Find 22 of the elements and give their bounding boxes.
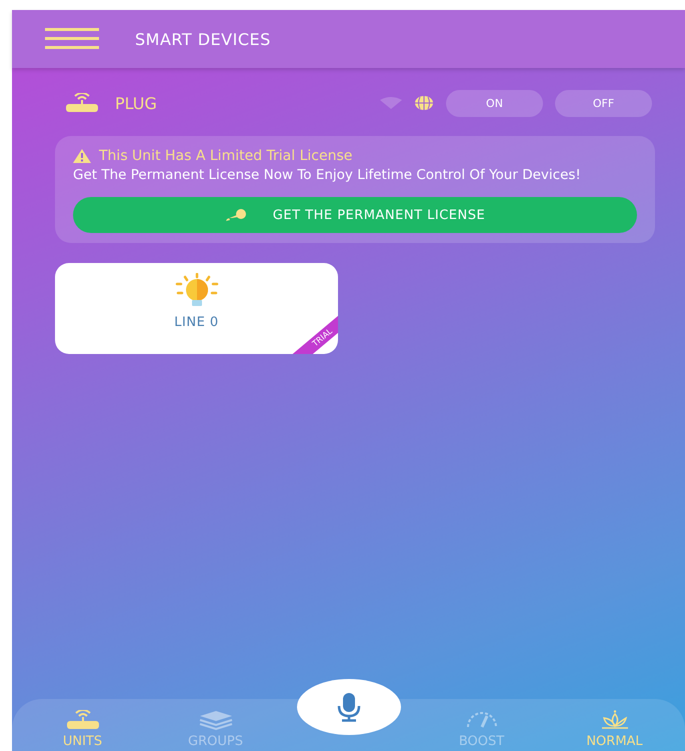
nav-tab[interactable]: BOOST <box>442 710 522 751</box>
screen-title: SMART DEVICES <box>135 30 271 48</box>
layers-icon <box>198 710 232 730</box>
nav-tab[interactable]: NORMAL <box>574 710 654 751</box>
unit-name: PLUG <box>115 94 158 112</box>
nav-tab[interactable]: GROUPS <box>176 710 256 751</box>
menu-icon[interactable] <box>45 27 99 51</box>
warning-icon <box>73 149 91 163</box>
banner-message: Get The Permanent License Now To Enjoy Lifetime Control Of Your Devices! <box>73 168 582 183</box>
nav-tab[interactable]: UNITS <box>42 710 122 751</box>
microphone-icon <box>336 692 362 722</box>
wifi-icon <box>380 97 402 109</box>
router-icon <box>66 710 100 730</box>
toggle-button[interactable]: ON <box>446 90 543 116</box>
speedometer-icon <box>464 710 498 730</box>
license-button[interactable]: GET THE PERMANENT LICENSE <box>73 197 637 233</box>
router-icon <box>65 93 99 113</box>
key-icon <box>224 209 247 221</box>
banner-title: This Unit Has A Limited Trial License <box>99 148 352 164</box>
globe-icon <box>414 95 434 111</box>
toggle-button[interactable]: OFF <box>555 90 652 116</box>
line-label: LINE 0 <box>174 315 219 330</box>
